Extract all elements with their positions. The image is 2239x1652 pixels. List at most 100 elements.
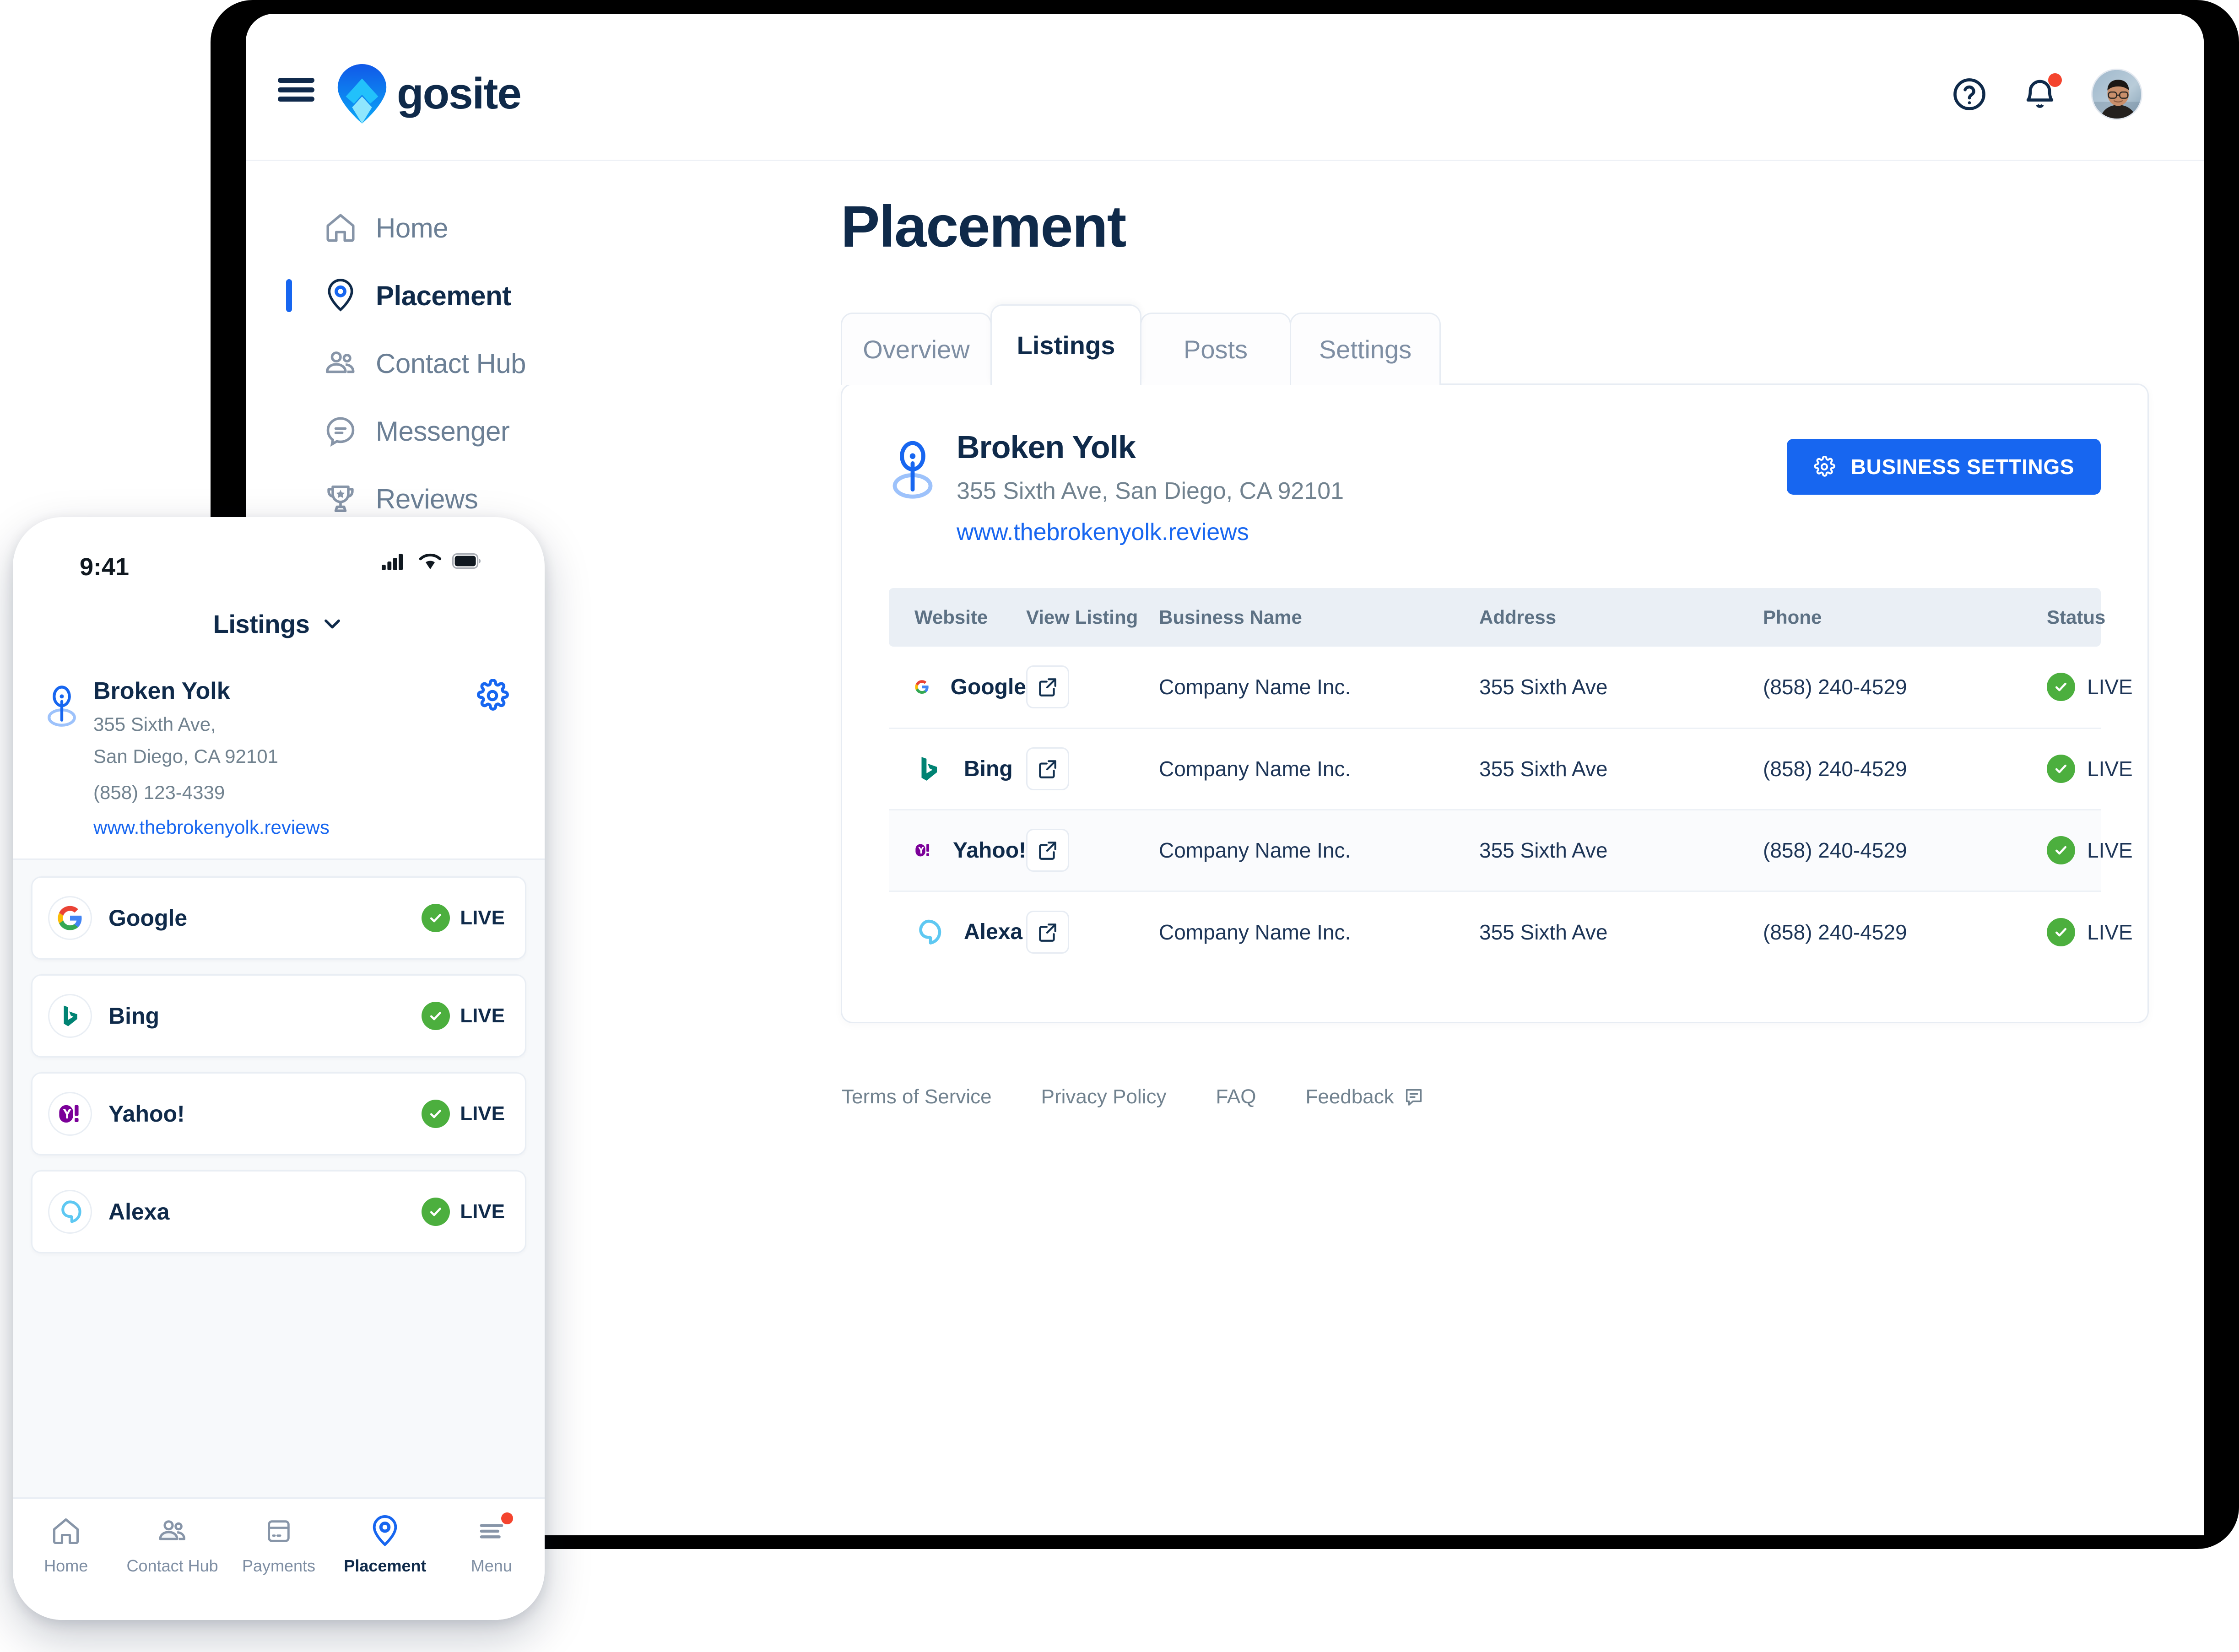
- business-name: Broken Yolk: [957, 429, 1136, 465]
- bottom-nav-home[interactable]: Home: [13, 1514, 119, 1576]
- cell-business-name: Company Name Inc.: [1159, 647, 1479, 729]
- sidebar-item-label: Placement: [376, 280, 511, 311]
- listing-status: LIVE: [422, 903, 505, 932]
- table-row[interactable]: Alexa Company Name Inc. 355 Sixth Ave (8…: [889, 891, 2133, 972]
- bottom-nav-label: Payments: [242, 1556, 316, 1575]
- column-header-address: Address: [1479, 588, 1763, 647]
- cell-view-listing: [1026, 810, 1159, 892]
- sidebar-item-placement[interactable]: Placement: [246, 262, 566, 329]
- column-header-website: Website: [889, 588, 1026, 647]
- brand-name: gosite: [397, 69, 522, 118]
- listing-status: LIVE: [422, 1001, 505, 1030]
- listing-name: Yahoo!: [108, 1101, 185, 1127]
- bottom-nav-menu[interactable]: Menu: [438, 1512, 545, 1576]
- sidebar-item-contact-hub[interactable]: Contact Hub: [246, 329, 566, 397]
- tab-posts[interactable]: Posts: [1140, 313, 1291, 385]
- alexa-logo: [919, 919, 941, 945]
- bell-icon[interactable]: [2021, 73, 2062, 113]
- cell-status: LIVE: [2047, 728, 2133, 810]
- avatar[interactable]: [2091, 69, 2142, 120]
- sidebar-item-home[interactable]: Home: [246, 194, 566, 262]
- business-settings-button[interactable]: BUSINESS SETTINGS: [1786, 439, 2101, 495]
- bing-logo: [64, 1005, 77, 1026]
- map-pin-icon: [323, 278, 358, 313]
- list-item[interactable]: Google LIVE: [31, 876, 526, 960]
- hamburger-menu-icon[interactable]: [278, 78, 314, 102]
- gear-icon[interactable]: [476, 679, 509, 712]
- external-link-icon[interactable]: [1026, 747, 1069, 790]
- bottom-nav-contact-hub[interactable]: Contact Hub: [119, 1514, 225, 1576]
- phone-business-info: Broken Yolk 355 Sixth Ave, San Diego, CA…: [93, 677, 330, 838]
- cell-address: 355 Sixth Ave: [1479, 920, 1608, 944]
- google-logo: [58, 906, 82, 930]
- tab-overview[interactable]: Overview: [841, 313, 992, 385]
- business-address: 355 Sixth Ave, San Diego, CA 92101: [957, 478, 1344, 504]
- topbar-actions: [1950, 69, 2142, 120]
- list-item[interactable]: Alexa LIVE: [31, 1170, 526, 1253]
- hamburger-menu-icon: [476, 1512, 513, 1548]
- gear-icon: [1814, 456, 1835, 477]
- footer-links: Terms of Service Privacy Policy FAQ Feed…: [841, 1085, 2149, 1108]
- status-badge: LIVE: [460, 1004, 505, 1027]
- phone-header[interactable]: Listings: [13, 595, 545, 653]
- tab-settings[interactable]: Settings: [1290, 313, 1441, 385]
- cell-address: 355 Sixth Ave: [1479, 728, 1763, 810]
- cell-status: LIVE: [2047, 647, 2133, 729]
- footer-link-terms[interactable]: Terms of Service: [842, 1085, 992, 1108]
- cell-phone: (858) 240-4529: [1763, 920, 1907, 944]
- sidebar-item-messenger[interactable]: Messenger: [246, 397, 566, 465]
- status-badge: LIVE: [2087, 675, 2133, 699]
- tab-bar: Overview Listings Posts Settings: [841, 304, 2149, 387]
- website-name: Yahoo!: [952, 838, 1026, 863]
- tab-label: Overview: [863, 335, 970, 364]
- bottom-nav-placement[interactable]: Placement: [332, 1514, 438, 1576]
- list-item[interactable]: Yahoo! LIVE: [31, 1072, 526, 1155]
- cell-business-name: Company Name Inc.: [1159, 810, 1479, 892]
- battery-icon: [452, 553, 481, 569]
- check-circle-icon: [2047, 755, 2075, 783]
- check-circle-icon: [422, 903, 450, 932]
- logo-badge: [48, 1189, 92, 1234]
- cell-view-listing: [1026, 647, 1159, 729]
- check-circle-icon: [422, 1099, 450, 1128]
- cell-view-listing: [1026, 728, 1159, 810]
- bottom-nav-payments[interactable]: Payments: [226, 1514, 332, 1576]
- bottom-nav-label: Contact Hub: [126, 1556, 218, 1575]
- business-website-link[interactable]: www.thebrokenyolk.reviews: [93, 816, 330, 838]
- table-row[interactable]: Bing Company Name Inc. 355 Sixth Ave (85…: [889, 728, 2133, 810]
- column-header-status: Status: [2047, 588, 2105, 647]
- logo-badge: [48, 896, 92, 940]
- sidebar-item-label: Contact Hub: [376, 348, 526, 379]
- cell-status: LIVE: [2047, 891, 2133, 972]
- footer-link-faq[interactable]: FAQ: [1216, 1085, 1256, 1108]
- business-name: Broken Yolk: [93, 678, 230, 704]
- help-circle-icon[interactable]: [1950, 75, 1989, 113]
- feedback-chat-icon: [1406, 1089, 1422, 1106]
- listings-table: Website View Listing Business Name Addre…: [889, 588, 2133, 972]
- footer-link-feedback[interactable]: Feedback: [1306, 1085, 1424, 1108]
- home-icon: [323, 210, 358, 246]
- column-header-view-listing: View Listing: [1026, 588, 1159, 647]
- external-link-icon[interactable]: [1026, 829, 1069, 872]
- status-bar-time: 9:41: [80, 553, 130, 581]
- external-link-icon[interactable]: [1026, 910, 1069, 954]
- phone-bottom-nav: Home Contact Hub Payments Placement Menu: [13, 1497, 545, 1620]
- listings-panel: Broken Yolk 355 Sixth Ave, San Diego, CA…: [841, 383, 2149, 1023]
- brand-logo[interactable]: gosite: [337, 64, 522, 124]
- table-row[interactable]: Google Company Name Inc. 355 Sixth Ave (…: [889, 647, 2133, 729]
- table-row[interactable]: Yahoo! Company Name Inc. 355 Sixth Ave (…: [889, 810, 2133, 892]
- external-link-icon[interactable]: [1026, 665, 1069, 709]
- list-item[interactable]: Bing LIVE: [31, 974, 526, 1058]
- footer-link-feedback-label: Feedback: [1305, 1085, 1394, 1108]
- tab-listings[interactable]: Listings: [990, 304, 1141, 387]
- business-header: Broken Yolk 355 Sixth Ave, San Diego, CA…: [889, 429, 2101, 546]
- cell-address: 355 Sixth Ave: [1479, 810, 1763, 892]
- status-badge: LIVE: [460, 1102, 505, 1125]
- business-website-link[interactable]: www.thebrokenyolk.reviews: [957, 518, 1249, 546]
- table-header-row: Website View Listing Business Name Addre…: [889, 588, 2105, 647]
- business-settings-label: BUSINESS SETTINGS: [1850, 455, 2074, 479]
- status-badge: LIVE: [460, 1200, 505, 1223]
- footer-link-privacy[interactable]: Privacy Policy: [1041, 1085, 1167, 1108]
- tab-label: Settings: [1319, 335, 1412, 364]
- cell-view-listing: [1026, 891, 1159, 972]
